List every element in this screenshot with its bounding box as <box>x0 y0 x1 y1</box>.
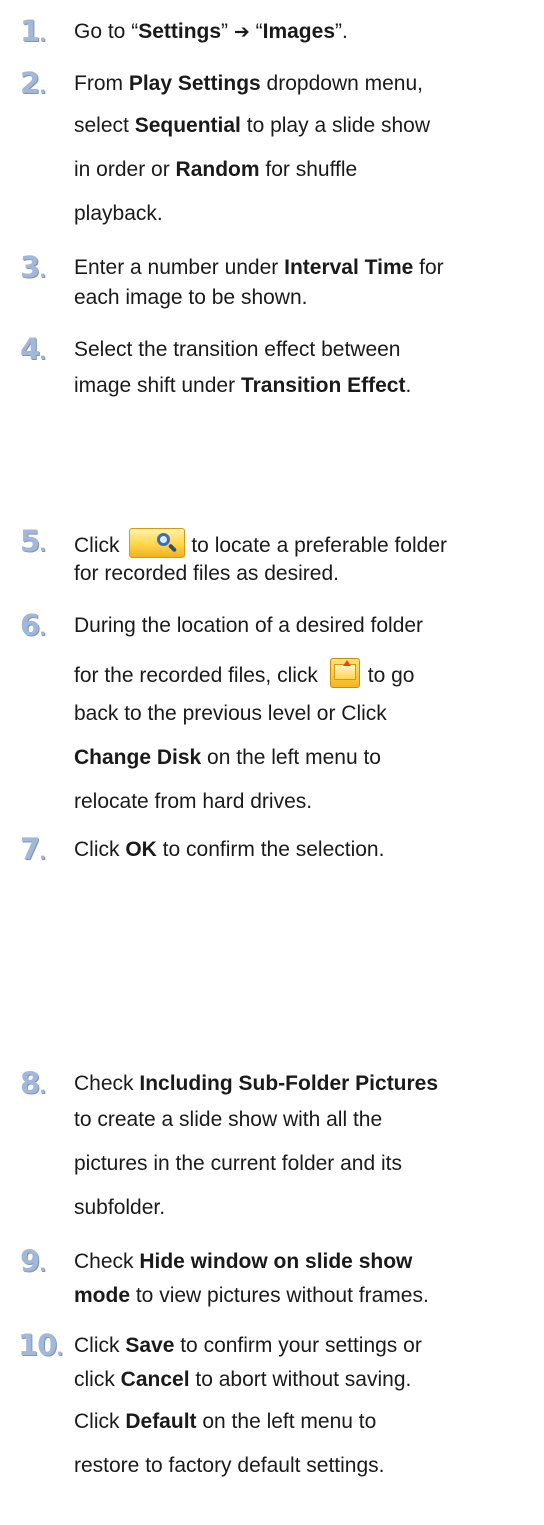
step-line: relocate from hard drives. <box>74 790 313 813</box>
step-line: Check Including Sub-Folder Pictures <box>74 1072 439 1095</box>
step-number: 4. <box>20 332 47 366</box>
step-line: for the recorded files, click to go <box>74 658 414 688</box>
step-line: restore to factory default settings. <box>74 1454 385 1477</box>
step-line: Click OK to confirm the selection. <box>74 838 385 861</box>
step-line: subfolder. <box>74 1196 166 1219</box>
step-line: in order or Random for shuffle <box>74 158 358 181</box>
step-line: for recorded files as desired. <box>74 562 339 585</box>
step-line: back to the previous level or Click <box>74 702 387 725</box>
step-number: 7. <box>20 832 47 866</box>
step-number: 2. <box>20 66 47 100</box>
arrow-right-icon: ➔ <box>233 21 250 43</box>
step-number: 6. <box>20 608 47 642</box>
step-line: pictures in the current folder and its <box>74 1152 403 1175</box>
step-number: 3. <box>20 250 47 284</box>
step-line: Change Disk on the left menu to <box>74 746 381 769</box>
step-line: During the location of a desired folder <box>74 614 424 637</box>
step-line: each image to be shown. <box>74 286 308 309</box>
browse-folder-icon <box>129 528 186 558</box>
step-line: playback. <box>74 202 163 225</box>
step-line: click Cancel to abort without saving. <box>74 1368 412 1391</box>
step-line: Enter a number under Interval Time for <box>74 256 444 279</box>
step-line: Click to locate a preferable folder <box>74 528 447 558</box>
step-line: image shift under Transition Effect. <box>74 374 412 397</box>
step-line: mode to view pictures without frames. <box>74 1284 429 1307</box>
step-line: Go to “Settings” ➔ “Images”. <box>74 20 348 43</box>
step-number: 9. <box>20 1244 47 1278</box>
step-line: Click Save to confirm your settings or <box>74 1334 422 1357</box>
step-number: 1. <box>20 14 47 48</box>
step-number: 5. <box>20 524 47 558</box>
step-line: From Play Settings dropdown menu, <box>74 72 423 95</box>
step-line: select Sequential to play a slide show <box>74 114 431 137</box>
step-line: Check Hide window on slide show <box>74 1250 413 1273</box>
step-line: to create a slide show with all the <box>74 1108 383 1131</box>
step-number: 10. <box>18 1328 64 1362</box>
folder-up-icon <box>329 658 360 688</box>
step-line: Select the transition effect between <box>74 338 401 361</box>
step-line: Click Default on the left menu to <box>74 1410 377 1433</box>
step-number: 8. <box>20 1066 47 1100</box>
